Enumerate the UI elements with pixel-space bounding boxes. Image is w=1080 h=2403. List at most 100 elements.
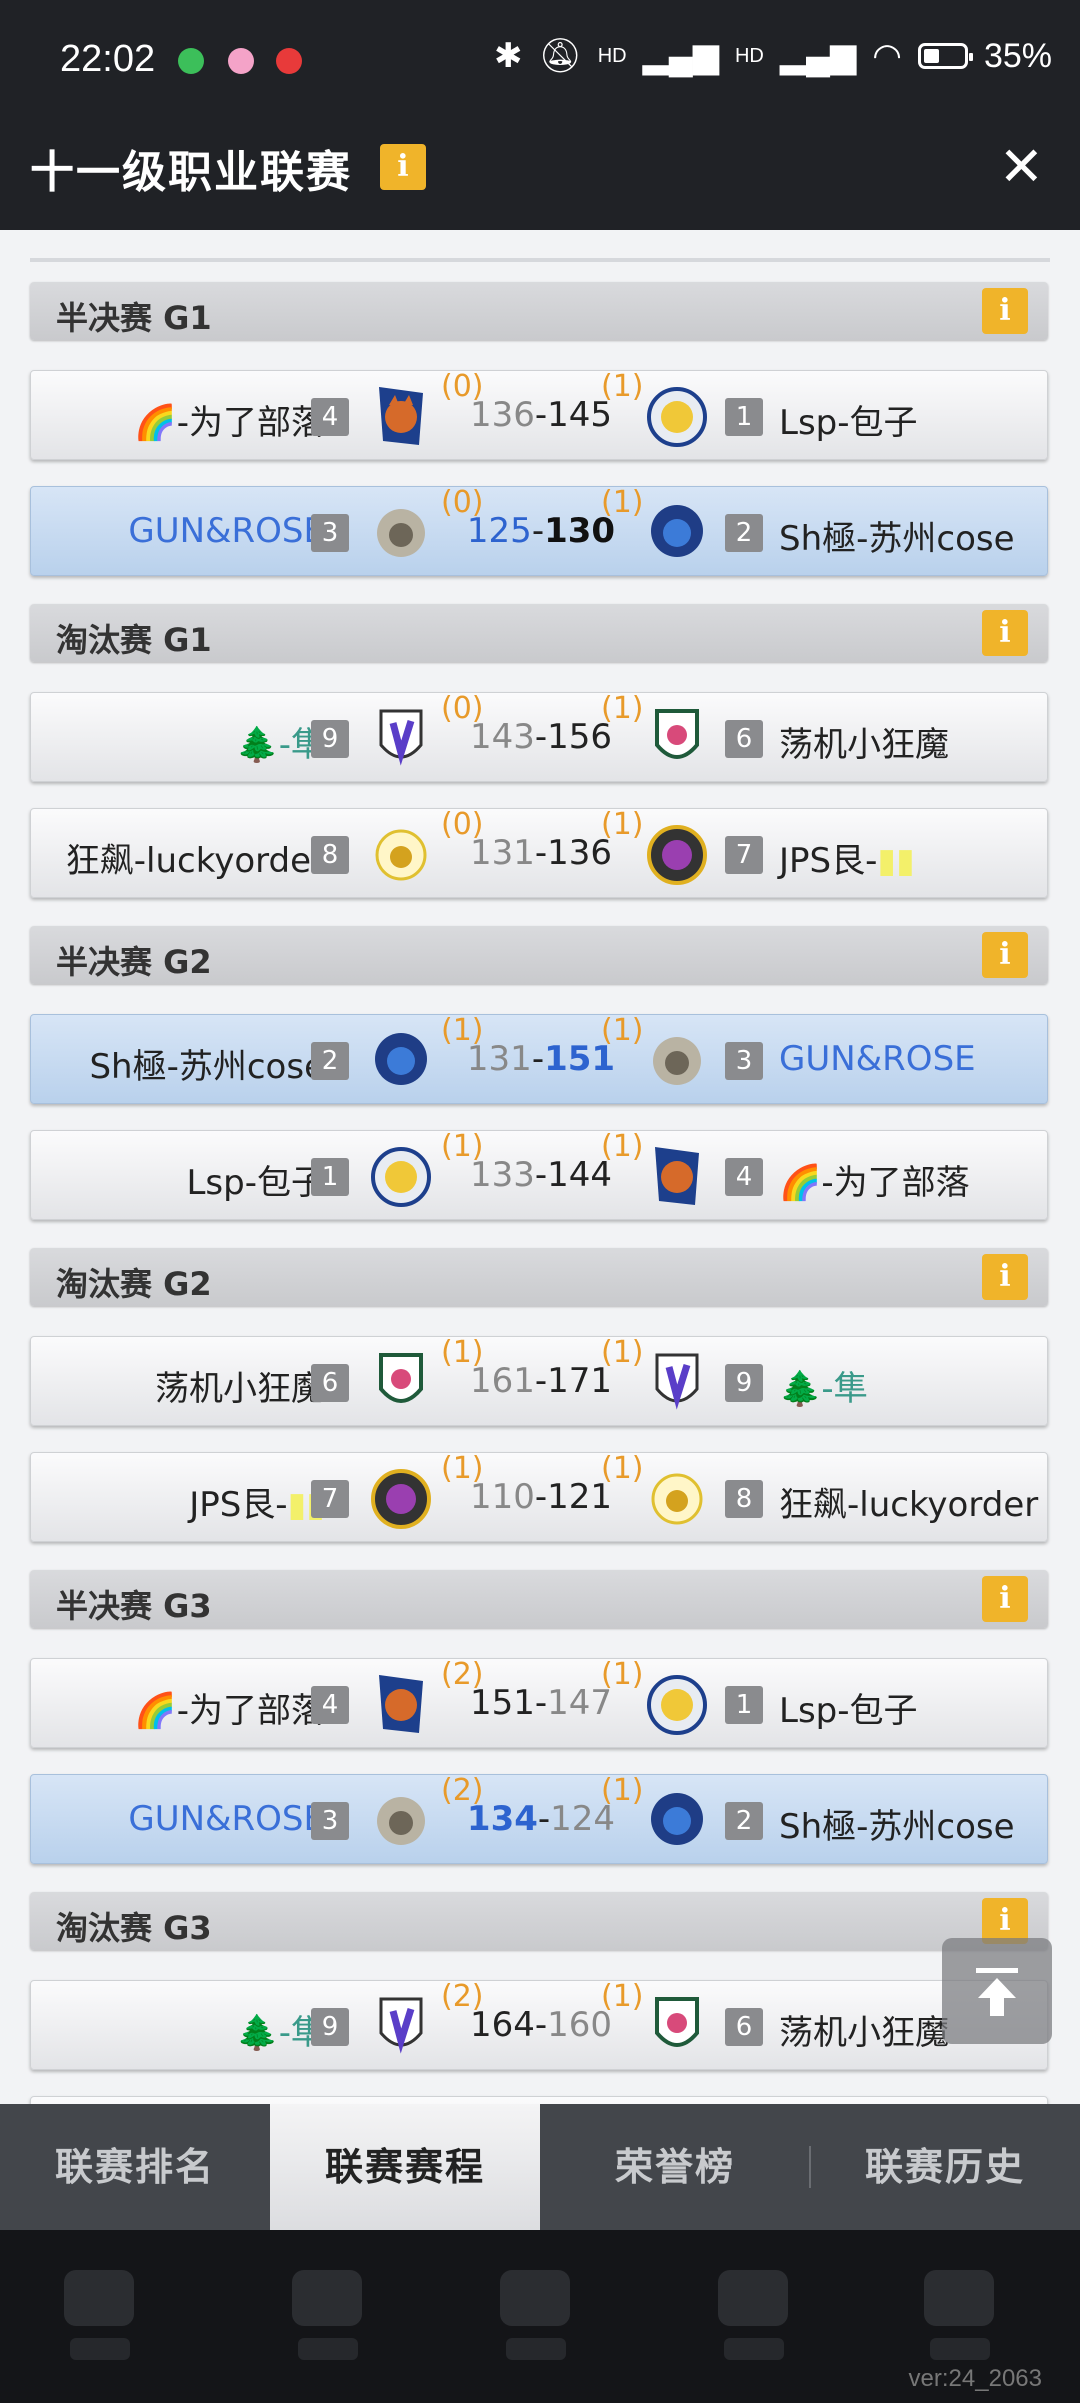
left-team-name: 🌈-为了部落	[134, 1691, 325, 1731]
right-wins: (1)	[601, 691, 644, 726]
tab-history[interactable]: 联赛历史	[810, 2104, 1080, 2230]
info-icon[interactable]: i	[982, 1576, 1028, 1622]
left-team-name: 🌈-为了部落	[134, 403, 325, 443]
section-title: 淘汰赛 G1	[56, 621, 212, 659]
left-team-name: 荡机小狂魔	[155, 1369, 325, 1409]
tab-schedule[interactable]: 联赛赛程	[270, 2104, 540, 2230]
info-icon[interactable]: i	[982, 610, 1028, 656]
right-team-name: 荡机小狂魔	[779, 2013, 949, 2053]
left-team-name: JPS艮-▮▮	[189, 1485, 325, 1525]
right-wins: (1)	[601, 807, 644, 842]
rainbow-icon: 🌈	[779, 1163, 822, 1203]
warrior-logo-icon	[647, 825, 707, 885]
lion-logo-icon	[377, 1797, 425, 1845]
match-row[interactable]: 🌈-为了部落 4 (2) 151-147 (1) 1 Lsp-包子	[30, 1657, 1048, 1748]
blurred-icon	[718, 2270, 788, 2326]
rabbit-logo-icon	[655, 1353, 699, 1410]
right-team-name: 狂飙-luckyorder	[779, 1485, 1039, 1525]
close-button[interactable]: ✕	[999, 140, 1044, 194]
wifi-icon: ◠	[872, 37, 902, 75]
status-bar: 22:02 ✱ 🔕︎ HD ▂▄▆ HD ▂▄▆ ◠ 35%	[0, 0, 1080, 104]
left-seed: 4	[311, 398, 349, 436]
section-header: 半决赛 G2 i	[30, 926, 1048, 984]
right-seed: 6	[725, 2008, 763, 2046]
match-row[interactable]: 狂飙-luckyorder 8 (0) 131-136 (1) 7 JPS艮-▮…	[30, 807, 1048, 898]
right-seed: 7	[725, 836, 763, 874]
wechat-icon	[178, 48, 204, 74]
right-wins: (1)	[601, 1013, 644, 1048]
match-row[interactable]: 🌲-隼 9 (0) 143-156 (1) 6 荡机小狂魔	[30, 691, 1048, 782]
match-row[interactable]: 荡机小狂魔 6 (1) 161-171 (1) 9 🌲-隼	[30, 1335, 1048, 1426]
warrior-logo-icon	[371, 1469, 431, 1529]
match-row[interactable]: GUN&ROSE 3 (0) 125-130 (1) 2 Sh極-苏州cose	[30, 485, 1048, 576]
section-header: 半决赛 G3 i	[30, 1570, 1048, 1628]
page-title: 十一级职业联赛	[30, 147, 352, 198]
right-seed: 1	[725, 1686, 763, 1724]
section-title: 淘汰赛 G2	[56, 1265, 212, 1303]
info-icon[interactable]: i	[982, 1254, 1028, 1300]
blurred-label	[930, 2338, 990, 2360]
blurred-icon	[500, 2270, 570, 2326]
dragon-logo-icon	[371, 1147, 431, 1207]
left-team-name: Lsp-包子	[186, 1163, 325, 1203]
wolf-head-logo-icon	[651, 1793, 703, 1845]
section-header: 半决赛 G1 i	[30, 282, 1048, 340]
right-team-name: 🌲-隼	[779, 1369, 868, 1409]
tab-ranking[interactable]: 联赛排名	[0, 2104, 270, 2230]
blurred-icon	[64, 2270, 134, 2326]
right-seed: 4	[725, 1158, 763, 1196]
match-row[interactable]: 🌈-为了部落 4 (0) 136-145 (1) 1 Lsp-包子	[30, 369, 1048, 460]
match-row[interactable]: 🌲-隼 9 (2) 164-160 (1) 6 荡机小狂魔	[30, 1979, 1048, 2070]
right-seed: 9	[725, 1364, 763, 1402]
blurred-icon	[292, 2270, 362, 2326]
schedule-list[interactable]: 半决赛 G1 i 🌈-为了部落 4 (0) 136-145 (1) 1 Lsp-…	[0, 230, 1080, 2104]
rabbit-logo-icon	[379, 1997, 423, 2054]
left-team-name: 狂飙-luckyorder	[65, 841, 325, 881]
title-bar: 十一级职业联赛 i ✕	[0, 104, 1080, 230]
right-wins: (1)	[601, 1657, 644, 1692]
wolf-logo-icon	[379, 387, 423, 445]
match-row[interactable]: Lsp-包子 1 (1) 133-144 (1) 4 🌈-为了部落	[30, 1129, 1048, 1220]
right-team-name: Lsp-包子	[779, 403, 918, 443]
right-wins: (1)	[601, 1451, 644, 1486]
tab-honor[interactable]: 荣誉榜	[540, 2104, 810, 2230]
match-row[interactable]: JPS艮-▮▮ 7 (1) 110-121 (1) 8 狂飙-luckyorde…	[30, 1451, 1048, 1542]
match-row[interactable]: GUN&ROSE 3 (2) 134-124 (1) 2 Sh極-苏州cose	[30, 1773, 1048, 1864]
battery-icon	[917, 43, 973, 69]
blurred-label	[298, 2338, 358, 2360]
signal-bars-1-icon: ▂▄▆	[642, 37, 719, 75]
status-time: 22:02	[60, 38, 156, 80]
right-team-name: 🌈-为了部落	[779, 1163, 970, 1203]
match-row-partial[interactable]	[30, 2096, 1048, 2104]
info-icon[interactable]: i	[982, 288, 1028, 334]
blurred-label	[506, 2338, 566, 2360]
tree-icon: 🌲	[236, 2013, 279, 2053]
right-seed: 3	[725, 1042, 763, 1080]
info-icon[interactable]: i	[982, 932, 1028, 978]
tree-icon: 🌲	[236, 725, 279, 765]
bull-logo-icon	[651, 1473, 703, 1525]
left-seed: 1	[311, 1158, 349, 1196]
match-row[interactable]: Sh極-苏州cose 2 (1) 131-151 (1) 3 GUN&ROSE	[30, 1013, 1048, 1104]
right-wins: (1)	[601, 1335, 644, 1370]
scroll-to-top-button[interactable]	[942, 1938, 1052, 2044]
right-team-name: JPS艮-▮▮	[779, 841, 915, 881]
left-team-name: GUN&ROSE	[128, 511, 325, 551]
redbook-icon	[276, 48, 302, 74]
dragon-logo-icon	[647, 1675, 707, 1735]
tree-icon: 🌲	[779, 1369, 822, 1409]
right-team-name: 荡机小狂魔	[779, 725, 949, 765]
lion-logo-icon	[377, 509, 425, 557]
blurred-icon	[924, 2270, 994, 2326]
bottom-tab-bar: 联赛排名 联赛赛程 荣誉榜 联赛历史	[0, 2104, 1080, 2230]
signal-1-icon: HD	[597, 45, 627, 67]
mute-icon: 🔕︎	[538, 37, 582, 75]
info-icon[interactable]: i	[380, 144, 426, 190]
left-seed: 7	[311, 1480, 349, 1518]
left-seed: 2	[311, 1042, 349, 1080]
list-top-divider	[30, 258, 1050, 262]
wolf-head-logo-icon	[375, 1033, 427, 1085]
right-wins: (1)	[601, 485, 644, 520]
battery-percent: 35%	[983, 36, 1052, 75]
left-team-name: GUN&ROSE	[128, 1799, 325, 1839]
